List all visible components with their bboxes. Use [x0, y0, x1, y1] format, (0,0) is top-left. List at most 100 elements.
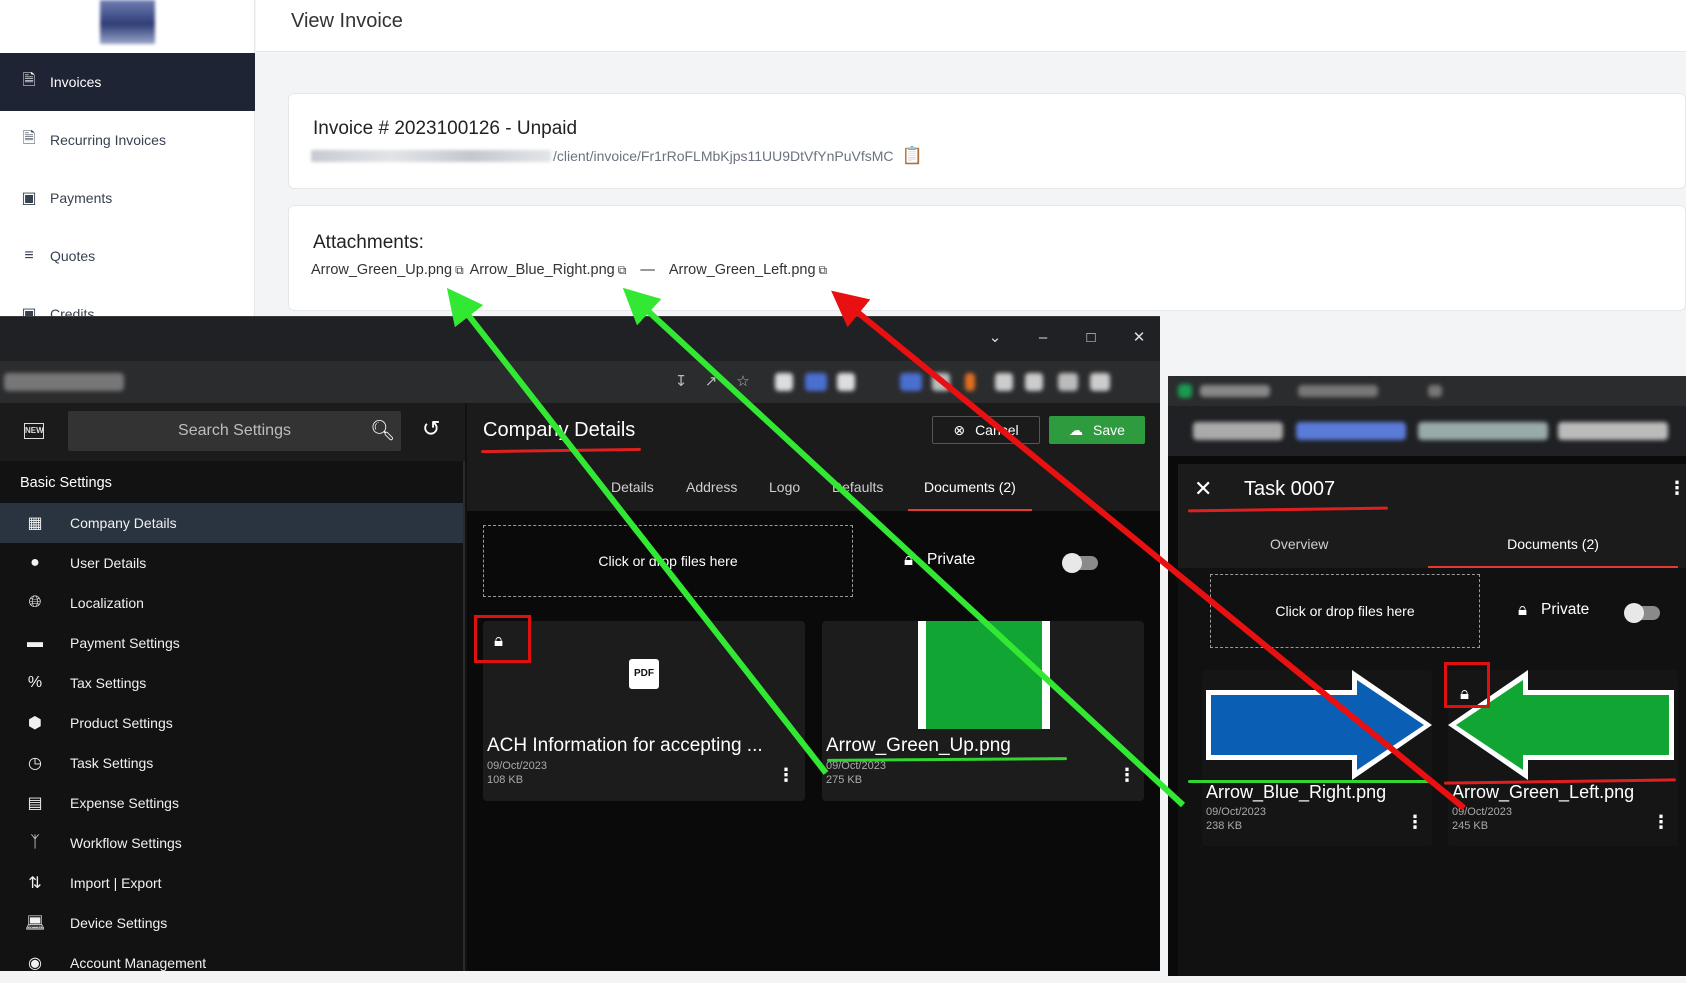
- extension-icon[interactable]: [965, 373, 975, 391]
- lock-icon: 🔒︎: [904, 550, 914, 569]
- external-link-icon: ⧉: [455, 263, 464, 277]
- extension-icon[interactable]: [1090, 373, 1110, 391]
- extension-icon[interactable]: [995, 373, 1013, 391]
- more-vert-icon[interactable]: ⋮: [1652, 812, 1670, 833]
- nav-item-quotes[interactable]: ≡ Quotes: [0, 227, 255, 285]
- extension-icon[interactable]: [1025, 373, 1043, 391]
- settings-item-import-export[interactable]: ⇅ Import | Export: [0, 863, 463, 903]
- close-icon[interactable]: ✕: [1128, 327, 1150, 349]
- chevron-down-icon[interactable]: ⌄: [984, 327, 1006, 349]
- settings-item-device-settings[interactable]: 💻︎ Device Settings: [0, 903, 463, 943]
- copy-icon[interactable]: 📋: [902, 146, 923, 166]
- settings-item-tax-settings[interactable]: % Tax Settings: [0, 663, 463, 703]
- close-icon[interactable]: ✕: [1194, 476, 1212, 502]
- branch-icon: ᛉ: [30, 834, 40, 851]
- save-button[interactable]: ☁ Save: [1049, 416, 1145, 444]
- redacted-address: [4, 373, 124, 391]
- building-icon: ▦: [27, 515, 43, 532]
- extension-icon[interactable]: [900, 373, 922, 391]
- minimize-icon[interactable]: –: [1032, 327, 1054, 349]
- settings-item-account-management[interactable]: ◉ Account Management: [0, 943, 463, 983]
- more-vert-icon[interactable]: ⋮: [1118, 765, 1136, 786]
- nav-item-payments[interactable]: ▣ Payments: [0, 169, 255, 227]
- settings-item-user-details[interactable]: ● User Details: [0, 543, 463, 583]
- extension-icon[interactable]: [932, 373, 950, 391]
- tab-overview[interactable]: Overview: [1270, 520, 1328, 568]
- browser-toolbar: ↧ ↗ ☆: [0, 361, 1160, 403]
- attachment-link[interactable]: Arrow_Blue_Right.png ⧉: [470, 262, 627, 278]
- redacted-tab-title: [1298, 385, 1378, 397]
- task-tab-bar: Overview Documents (2): [1178, 520, 1686, 568]
- more-vert-icon[interactable]: ⋮: [1668, 478, 1686, 499]
- tab-details[interactable]: Details: [611, 463, 654, 511]
- private-toggle[interactable]: [1624, 603, 1660, 623]
- user-icon: ●: [30, 554, 40, 571]
- nav-item-recurring-invoices[interactable]: 🗎 Recurring Invoices: [0, 111, 255, 169]
- tab-defaults[interactable]: Defaults: [832, 463, 883, 511]
- document-card[interactable]: Arrow_Blue_Right.png 09/Oct/2023 238 KB …: [1202, 670, 1432, 846]
- nav-label: Recurring Invoices: [50, 132, 166, 148]
- image-thumbnail: [918, 621, 1050, 729]
- file-dropzone[interactable]: Click or drop files here: [483, 525, 853, 597]
- image-thumbnail: [1206, 670, 1432, 780]
- tab-documents[interactable]: Documents (2): [908, 463, 1032, 511]
- extension-icon[interactable]: [1296, 422, 1406, 440]
- extension-icon[interactable]: [805, 373, 827, 391]
- account-icon: ◉: [28, 955, 42, 972]
- image-icon: ▤: [27, 795, 43, 812]
- settings-item-payment-settings[interactable]: ▬ Payment Settings: [0, 623, 463, 663]
- more-vert-icon[interactable]: ⋮: [1406, 812, 1424, 833]
- redacted-tab-title: [1428, 385, 1442, 397]
- search-icon[interactable]: 🔍︎: [370, 418, 395, 443]
- settings-item-expense-settings[interactable]: ▤ Expense Settings: [0, 783, 463, 823]
- cancel-button[interactable]: ⊗ Cancel: [932, 416, 1040, 444]
- nav-label: Payments: [50, 190, 113, 206]
- private-toggle[interactable]: [1062, 553, 1098, 573]
- settings-item-workflow-settings[interactable]: ᛉ Workflow Settings: [0, 823, 463, 863]
- more-vert-icon[interactable]: ⋮: [777, 765, 795, 786]
- tab-address[interactable]: Address: [686, 463, 737, 511]
- attachment-link[interactable]: Arrow_Green_Up.png ⧉: [311, 262, 464, 278]
- extension-icon[interactable]: [1418, 422, 1548, 440]
- extension-icon[interactable]: [1193, 422, 1283, 440]
- extension-icon[interactable]: [775, 373, 793, 391]
- tab-favicon: [1178, 384, 1192, 398]
- share-icon[interactable]: ↗: [700, 371, 722, 393]
- attachments-card: Attachments: Arrow_Green_Up.png ⧉ Arrow_B…: [288, 205, 1686, 311]
- settings-item-task-settings[interactable]: ◷ Task Settings: [0, 743, 463, 783]
- document-date: 09/Oct/2023: [1206, 806, 1266, 818]
- extension-icon[interactable]: [837, 373, 855, 391]
- company-logo: [100, 0, 155, 44]
- document-date: 09/Oct/2023: [826, 760, 886, 772]
- file-dropzone[interactable]: Click or drop files here: [1210, 574, 1480, 648]
- maximize-icon[interactable]: □: [1080, 327, 1102, 349]
- redacted-domain: [311, 150, 551, 162]
- extension-icon[interactable]: [1058, 373, 1078, 391]
- page-title: Company Details: [483, 419, 636, 441]
- search-settings[interactable]: [68, 411, 401, 451]
- settings-item-localization[interactable]: 🌐︎ Localization: [0, 583, 463, 623]
- extension-icon[interactable]: [1558, 422, 1668, 440]
- list-icon: ≡: [24, 247, 34, 264]
- attachment-link[interactable]: Arrow_Green_Left.png ⧉: [669, 262, 827, 278]
- panel-header: Company Details ⊗ Cancel ☁ Save Details …: [467, 403, 1160, 511]
- tab-logo[interactable]: Logo: [769, 463, 800, 511]
- document-card[interactable]: 🔒︎ PDF ACH Information for accepting ...…: [483, 621, 805, 801]
- invoice-url[interactable]: /client/invoice/Fr1rRoFLMbKjps11UU9DtVfY…: [311, 146, 923, 166]
- invoice-card: Invoice # 2023100126 - Unpaid /client/in…: [288, 93, 1686, 189]
- star-icon[interactable]: ☆: [732, 371, 754, 393]
- nav-label: Invoices: [50, 74, 102, 90]
- install-icon[interactable]: ↧: [670, 371, 692, 393]
- document-card[interactable]: Arrow_Green_Up.png 09/Oct/2023 275 KB ⋮: [822, 621, 1144, 801]
- settings-item-product-settings[interactable]: ⬢ Product Settings: [0, 703, 463, 743]
- annotation-box: [474, 615, 531, 663]
- nav-item-invoices[interactable]: 🗎 Invoices: [0, 53, 255, 111]
- history-icon[interactable]: ↺: [422, 416, 440, 442]
- settings-item-company-details[interactable]: ▦ Company Details: [0, 503, 463, 543]
- search-input[interactable]: [68, 411, 401, 451]
- tab-documents[interactable]: Documents (2): [1428, 520, 1678, 568]
- new-icon[interactable]: NEW: [24, 423, 44, 439]
- laptop-icon: 💻︎: [24, 915, 46, 932]
- settings-sidebar: NEW 🔍︎ ↺ Basic Settings ▦Company Details…: [0, 403, 465, 972]
- lock-icon: 🔒︎: [1518, 600, 1528, 619]
